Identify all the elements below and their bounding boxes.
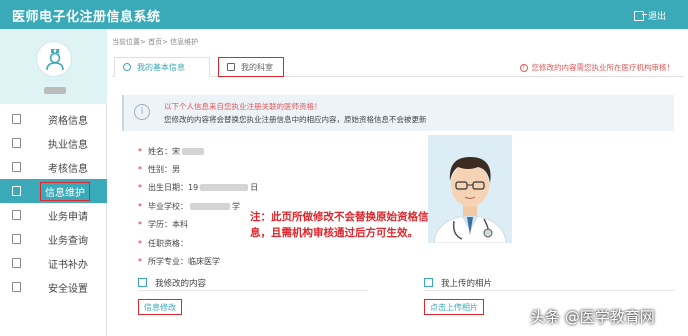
field-major-label: 所学专业：临床医学 [148, 257, 220, 267]
clipboard-icon [12, 162, 21, 172]
doctor-photo [428, 135, 512, 243]
sidebar-item-info-maintenance[interactable]: 信息维护 [0, 179, 107, 203]
field-gender: * 性别：男 [138, 165, 180, 175]
notice-line-1: 以下个人信息来自您执业注册关联的医师资格！ [164, 102, 322, 111]
field-major: * 所学专业：临床医学 [138, 257, 220, 267]
breadcrumb: 当前位置> 首页> 信息维护 [112, 38, 199, 46]
doctor-avatar-icon [36, 41, 72, 77]
username-masked [44, 87, 66, 94]
upload-photo-button[interactable]: 点击上传相片 [424, 299, 484, 315]
masked-value [200, 184, 249, 192]
tab-bar: 我的基本信息 我的科室 ! 您修改的内容需您执业所在医疗机构审核！ [112, 55, 684, 77]
field-birth-label: 出生日期：19 [148, 183, 199, 193]
sidebar-item-certificate-reissue[interactable]: 证书补办 [0, 251, 107, 275]
tab-my-division[interactable]: 我的科室 [218, 57, 284, 77]
edit-info-button[interactable]: 信息修改 [138, 299, 182, 315]
watermark: 头条 @医学教育网 [530, 308, 655, 326]
sidebar-item-label: 资格信息 [48, 115, 88, 127]
sidebar-item-label: 业务申请 [48, 211, 88, 223]
sidebar-item-security[interactable]: 安全设置 [0, 275, 107, 299]
annotation-note: 注：此页所做修改不会替换原始资格信息，且需机构审核通过后方可生效。 [250, 211, 429, 239]
field-name-label: 姓名：宋 [148, 146, 180, 156]
masked-value [182, 147, 204, 155]
sidebar-nav: 资格信息 执业信息 考核信息 信息维护 业务申请 业务查询 证书补办 安全设置 [0, 107, 107, 299]
user-profile [0, 29, 107, 104]
section-my-changes: 我修改的内容 [138, 275, 368, 291]
logout-label: 退出 [647, 12, 666, 22]
top-bar: 医师电子化注册信息系统 退出 [0, 0, 688, 29]
main-content: 当前位置> 首页> 信息维护 我的基本信息 我的科室 ! 您修改的内容需您执业所… [108, 29, 688, 336]
sidebar-item-business-query[interactable]: 业务查询 [0, 227, 107, 251]
sidebar-item-practice[interactable]: 执业信息 [0, 131, 107, 155]
masked-value [190, 202, 230, 210]
user-lock-icon [12, 282, 21, 292]
section-title: 我修改的内容 [155, 278, 207, 289]
sidebar: 资格信息 执业信息 考核信息 信息维护 业务申请 业务查询 证书补办 安全设置 [0, 29, 107, 336]
field-birth: * 出生日期：19 日 [138, 183, 259, 193]
sidebar-item-label: 执业信息 [48, 139, 88, 151]
form-icon [12, 210, 21, 220]
search-doc-icon [12, 234, 21, 244]
profile-fields: * 姓名：宋 * 性别：男 * 出生日期：19 日 * 毕业学校：学 * 学历：本科 * 任职… [138, 142, 338, 271]
sidebar-item-business-apply[interactable]: 业务申请 [0, 203, 107, 227]
user-icon [123, 63, 131, 71]
sidebar-item-label: 安全设置 [48, 283, 88, 295]
info-notice: i 以下个人信息来自您执业注册关联的医师资格！ 您修改的内容将会替换您执业注册信… [122, 95, 674, 131]
sidebar-item-assessment[interactable]: 考核信息 [0, 155, 107, 179]
field-gender-label: 性别：男 [148, 165, 180, 175]
sidebar-item-label: 信息维护 [40, 181, 90, 201]
image-icon [424, 278, 433, 287]
tab-label: 我的科室 [241, 62, 273, 72]
headset-icon [12, 138, 21, 148]
sidebar-item-label: 业务查询 [48, 235, 88, 247]
field-school-suffix: 学 [232, 201, 240, 211]
field-title-label: 任职资格： [148, 238, 188, 248]
doc-icon [12, 114, 21, 124]
sidebar-item-label: 证书补办 [48, 259, 88, 271]
sidebar-item-label: 考核信息 [48, 163, 88, 175]
logout-button[interactable]: 退出 [633, 9, 666, 22]
section-my-photos: 我上传的相片 [424, 275, 674, 291]
section-title: 我上传的相片 [441, 278, 493, 289]
field-school-label: 毕业学校： [148, 201, 188, 211]
field-birth-suffix: 日 [250, 183, 259, 193]
alert-icon: ! [519, 63, 528, 72]
field-name: * 姓名：宋 [138, 142, 338, 160]
field-education-label: 学历：本科 [148, 220, 188, 230]
logout-icon [633, 10, 647, 21]
sidebar-item-qualification[interactable]: 资格信息 [0, 107, 107, 131]
app-title: 医师电子化注册信息系统 [12, 10, 161, 25]
tab-label: 我的基本信息 [137, 62, 185, 72]
info-icon: i [134, 104, 150, 120]
warning-text: 您修改的内容需您执业所在医疗机构审核！ [531, 63, 675, 72]
id-card-icon [12, 186, 21, 196]
certificate-icon [12, 258, 21, 268]
tab-basic-info[interactable]: 我的基本信息 [114, 57, 210, 77]
plus-square-icon [227, 63, 235, 71]
notice-line-2: 您修改的内容将会替换您执业注册信息中的相应内容，原始资格信息不会被更新 [164, 115, 427, 124]
edit-icon [138, 278, 147, 287]
review-warning: ! 您修改的内容需您执业所在医疗机构审核！ [519, 62, 675, 73]
